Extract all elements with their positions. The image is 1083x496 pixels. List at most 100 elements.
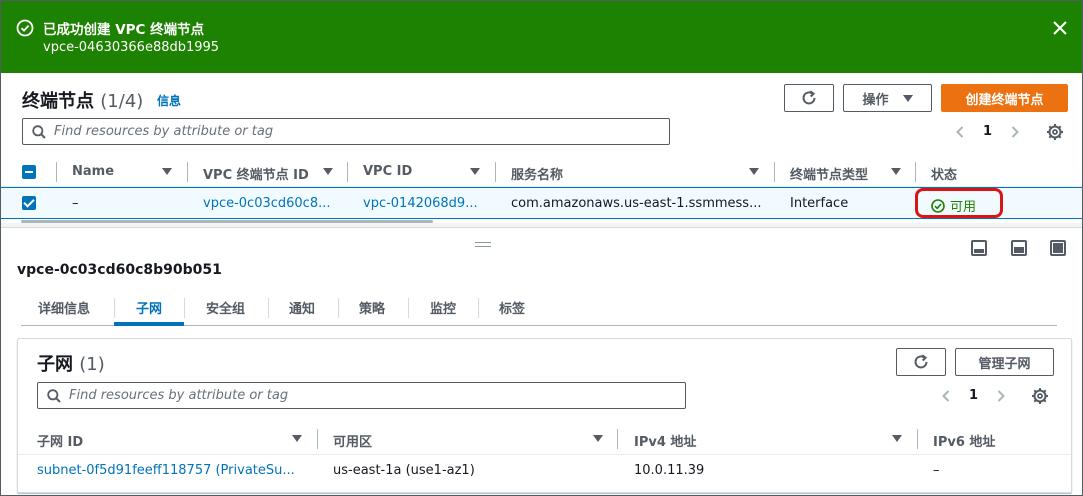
search-input[interactable] bbox=[54, 124, 636, 139]
column-divider bbox=[495, 162, 496, 182]
column-header-az[interactable]: 可用区 bbox=[333, 431, 372, 450]
select-all-checkbox[interactable] bbox=[22, 165, 36, 179]
column-divider bbox=[774, 162, 775, 182]
table-row[interactable]: subnet-0f5d91feeff118757 (PrivateSu... u… bbox=[18, 454, 1071, 487]
panel-position-bottom-icon[interactable] bbox=[971, 240, 987, 256]
column-header-endpoint-id[interactable]: VPC 终端节点 ID bbox=[203, 164, 309, 183]
sort-caret-icon[interactable] bbox=[891, 168, 901, 175]
column-divider bbox=[187, 162, 188, 182]
column-header-endpoint-type[interactable]: 终端节点类型 bbox=[790, 164, 868, 183]
tab-divider bbox=[268, 298, 269, 318]
tab-divider bbox=[408, 298, 409, 318]
cell-ipv6: – bbox=[933, 463, 940, 478]
status-highlight-box bbox=[915, 188, 1003, 218]
column-divider bbox=[915, 162, 916, 182]
horizontal-scrollbar[interactable] bbox=[21, 220, 433, 223]
page-number[interactable]: 1 bbox=[983, 124, 992, 139]
subnets-container: 子网 (1) 管理子网 1 bbox=[17, 338, 1072, 493]
refresh-button[interactable] bbox=[784, 84, 834, 112]
manage-subnets-label: 管理子网 bbox=[978, 356, 1031, 372]
create-endpoint-button[interactable]: 创建终端节点 bbox=[941, 84, 1068, 112]
success-check-icon bbox=[16, 19, 34, 37]
subnets-count: (1) bbox=[79, 354, 105, 375]
cell-endpoint-type: Interface bbox=[790, 196, 849, 211]
cell-service-name: com.amazonaws.us-east-1.ssmmess... bbox=[511, 196, 762, 211]
create-endpoint-label: 创建终端节点 bbox=[965, 92, 1044, 108]
column-header-ipv4[interactable]: IPv4 地址 bbox=[634, 431, 696, 450]
split-panel-title: vpce-0c03cd60c8b90b051 bbox=[17, 262, 222, 278]
actions-label: 操作 bbox=[862, 92, 889, 108]
refresh-icon bbox=[914, 354, 928, 369]
tab-divider bbox=[338, 298, 339, 318]
sort-caret-icon[interactable] bbox=[470, 168, 480, 175]
next-page-icon[interactable] bbox=[1008, 125, 1022, 139]
column-divider bbox=[917, 429, 918, 449]
column-header-name[interactable]: Name bbox=[72, 164, 114, 179]
tab-policy[interactable]: 策略 bbox=[359, 298, 385, 317]
next-page-icon[interactable] bbox=[994, 389, 1008, 403]
subnets-search-field[interactable] bbox=[37, 382, 686, 409]
tab-monitoring[interactable]: 监控 bbox=[430, 298, 456, 317]
column-divider bbox=[56, 162, 57, 182]
tab-security-groups[interactable]: 安全组 bbox=[206, 298, 245, 317]
detail-tabs: 详细信息 子网 安全组 通知 策略 监控 标签 bbox=[21, 292, 1057, 326]
column-header-ipv6: IPv6 地址 bbox=[933, 435, 996, 450]
manage-subnets-button[interactable]: 管理子网 bbox=[955, 348, 1054, 376]
page-title-text: 终端节点 bbox=[22, 91, 94, 112]
subnets-table-header: 子网 ID 可用区 IPv4 地址 IPv6 地址 bbox=[18, 424, 1071, 454]
drag-handle-icon[interactable] bbox=[475, 242, 491, 247]
column-divider bbox=[617, 429, 618, 449]
tab-tags[interactable]: 标签 bbox=[499, 298, 525, 317]
sort-caret-icon[interactable] bbox=[593, 435, 603, 442]
cell-subnet-id-link[interactable]: subnet-0f5d91feeff118757 (PrivateSu... bbox=[37, 463, 295, 478]
column-header-status: 状态 bbox=[931, 168, 958, 183]
actions-dropdown[interactable]: 操作 bbox=[843, 84, 932, 112]
search-field[interactable] bbox=[22, 118, 670, 145]
column-header-vpc-id[interactable]: VPC ID bbox=[363, 164, 412, 179]
tab-divider bbox=[184, 298, 185, 318]
active-tab-indicator bbox=[114, 322, 184, 326]
settings-gear-icon[interactable] bbox=[1046, 123, 1064, 141]
subnets-title: 子网 (1) bbox=[37, 350, 105, 376]
info-link[interactable]: 信息 bbox=[157, 92, 181, 109]
search-icon bbox=[32, 124, 46, 139]
page-number[interactable]: 1 bbox=[969, 388, 978, 403]
pagination: 1 bbox=[953, 124, 1022, 139]
cell-ipv4: 10.0.11.39 bbox=[634, 463, 705, 478]
tab-subnets[interactable]: 子网 bbox=[136, 298, 162, 317]
selection-count: (1/4) bbox=[100, 91, 144, 112]
split-panel: vpce-0c03cd60c8b90b051 详细信息 子网 安全组 通知 策略… bbox=[1, 227, 1082, 495]
settings-gear-icon[interactable] bbox=[1031, 387, 1049, 405]
subnets-refresh-button[interactable] bbox=[896, 348, 946, 376]
sort-caret-icon[interactable] bbox=[162, 168, 172, 175]
column-header-subnet-id[interactable]: 子网 ID bbox=[37, 431, 83, 450]
cell-vpc-id-link[interactable]: vpc-0142068d9... bbox=[363, 196, 478, 211]
column-divider bbox=[347, 162, 348, 182]
column-header-service-name[interactable]: 服务名称 bbox=[511, 164, 563, 183]
row-checkbox[interactable] bbox=[22, 196, 36, 210]
app-frame: 已成功创建 VPC 终端节点 vpce-04630366e88db1995 终端… bbox=[0, 0, 1083, 496]
panel-position-side-icon[interactable] bbox=[1011, 240, 1027, 256]
flash-title: 已成功创建 VPC 终端节点 bbox=[43, 22, 205, 38]
cell-name: – bbox=[72, 196, 79, 211]
close-icon[interactable] bbox=[1050, 18, 1070, 38]
prev-page-icon[interactable] bbox=[953, 125, 967, 139]
sort-caret-icon[interactable] bbox=[292, 435, 302, 442]
flash-subtitle: vpce-04630366e88db1995 bbox=[43, 40, 220, 55]
tab-divider bbox=[478, 298, 479, 318]
caret-down-icon bbox=[902, 94, 913, 102]
sort-caret-icon[interactable] bbox=[323, 168, 333, 175]
sort-caret-icon[interactable] bbox=[892, 435, 902, 442]
tab-details[interactable]: 详细信息 bbox=[38, 298, 90, 317]
tab-notifications[interactable]: 通知 bbox=[289, 298, 315, 317]
prev-page-icon[interactable] bbox=[939, 389, 953, 403]
refresh-icon bbox=[802, 90, 816, 105]
tab-divider bbox=[114, 298, 115, 318]
subnets-title-text: 子网 bbox=[37, 354, 73, 375]
column-divider bbox=[317, 429, 318, 449]
subnets-search-input[interactable] bbox=[69, 388, 652, 403]
sort-caret-icon[interactable] bbox=[749, 168, 759, 175]
endpoints-panel: 终端节点 (1/4) 信息 操作 创建终端节点 1 bbox=[1, 73, 1082, 223]
panel-position-full-icon[interactable] bbox=[1050, 240, 1066, 256]
cell-endpoint-id-link[interactable]: vpce-0c03cd60c8... bbox=[203, 196, 331, 211]
